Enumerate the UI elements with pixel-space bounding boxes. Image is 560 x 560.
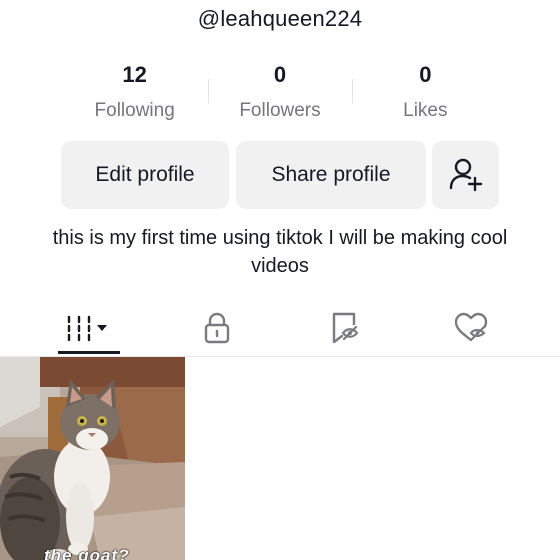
tab-private[interactable]	[186, 300, 248, 356]
stat-following-label: Following	[94, 100, 175, 121]
profile-tabs	[0, 300, 560, 357]
tab-favorites[interactable]	[314, 300, 376, 356]
video-caption: the goat?	[44, 546, 130, 560]
profile-bio: this is my first time using tiktok I wil…	[52, 227, 508, 277]
stat-followers[interactable]: 0 Followers	[207, 60, 352, 124]
stat-following[interactable]: 12 Following	[62, 60, 207, 124]
favorites-icon	[332, 312, 359, 344]
profile-username: @leahqueen224	[197, 6, 363, 31]
stat-following-count: 12	[122, 62, 147, 87]
active-tab-indicator	[58, 351, 120, 354]
liked-hidden-icon	[454, 312, 488, 342]
stat-divider	[352, 79, 353, 103]
chevron-down-icon	[97, 325, 107, 331]
add-friend-button[interactable]	[432, 141, 499, 209]
lock-icon	[204, 312, 230, 344]
stat-likes-label: Likes	[403, 100, 448, 121]
profile-stats: 12 Following 0 Followers 0 Likes	[62, 60, 498, 124]
videos-grid-icon	[67, 315, 107, 342]
stat-divider	[208, 79, 209, 103]
stat-followers-count: 0	[273, 62, 287, 87]
tab-liked[interactable]	[440, 300, 502, 356]
share-profile-button[interactable]: Share profile	[236, 141, 426, 209]
cat-video-image	[0, 357, 185, 560]
stat-likes[interactable]: 0 Likes	[353, 60, 498, 124]
stat-followers-label: Followers	[239, 100, 321, 121]
tab-videos[interactable]	[58, 300, 120, 356]
video-thumbnail[interactable]: the goat?	[0, 357, 185, 560]
add-user-icon	[449, 158, 482, 192]
edit-profile-button[interactable]: Edit profile	[61, 141, 229, 209]
stat-likes-count: 0	[419, 62, 432, 87]
